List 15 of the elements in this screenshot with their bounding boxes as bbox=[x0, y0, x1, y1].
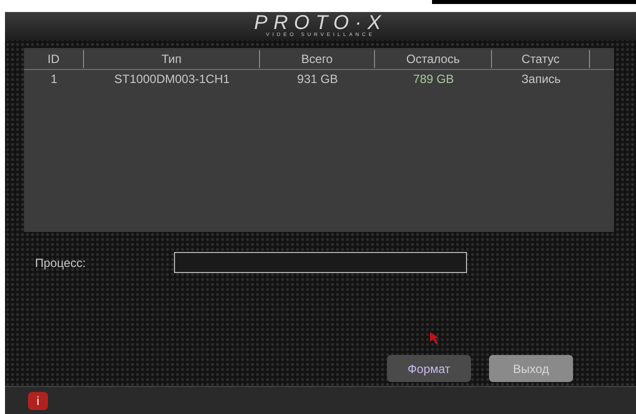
table-cell-text: Запись bbox=[520, 71, 562, 88]
column-header: Осталось bbox=[375, 50, 492, 68]
column-header: Всего bbox=[260, 50, 375, 68]
cursor-icon bbox=[429, 331, 441, 345]
info-icon[interactable]: i bbox=[28, 392, 48, 410]
process-label: Процесс: bbox=[35, 255, 87, 272]
table-cell-text: 1 bbox=[50, 71, 58, 88]
action-button[interactable]: Формат bbox=[387, 355, 471, 382]
logo: PROTO·X bbox=[254, 14, 387, 32]
column-header: ID bbox=[24, 50, 84, 68]
column-header: Статус bbox=[492, 50, 590, 68]
table-cell-text: 931 GB bbox=[296, 71, 339, 88]
table-cell-text: 789 GB bbox=[412, 71, 455, 88]
table-cell-text: ST1000DM003-1CH1 bbox=[113, 71, 231, 88]
column-header: Тип bbox=[84, 50, 260, 68]
